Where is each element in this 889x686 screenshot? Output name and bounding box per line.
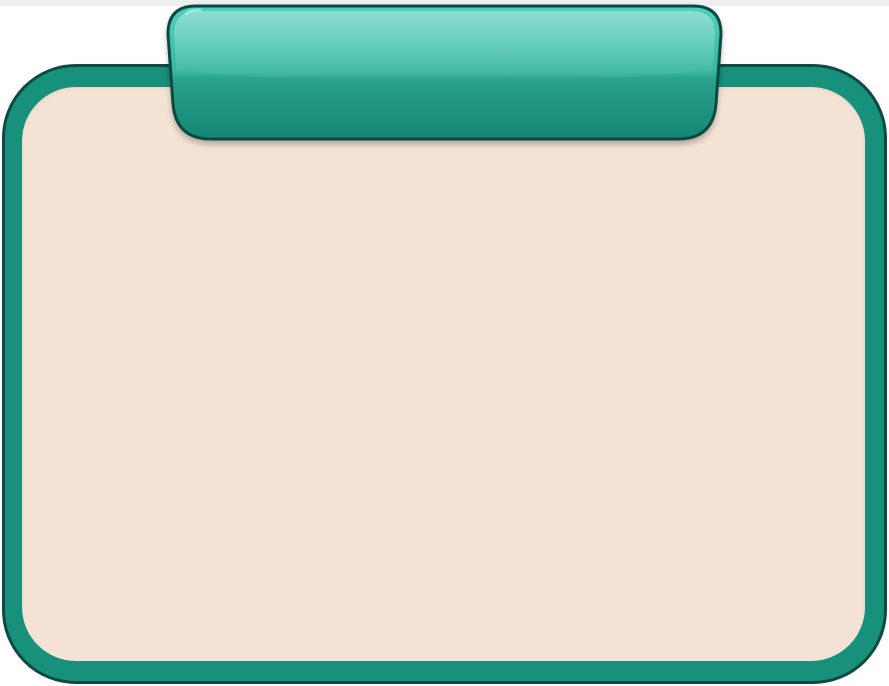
panel-body <box>22 87 865 661</box>
header-tab-shape <box>166 4 723 141</box>
header-tab <box>166 4 723 142</box>
page <box>0 0 889 686</box>
